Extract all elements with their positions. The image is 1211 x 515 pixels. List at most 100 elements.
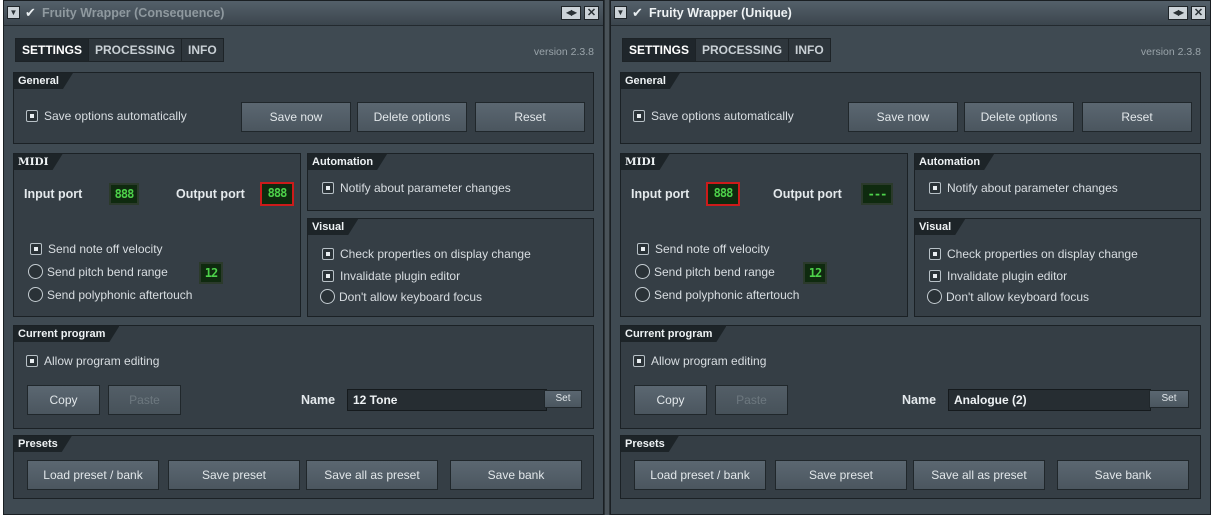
panel-header: Visual xyxy=(915,219,965,235)
paste-button[interactable]: Paste xyxy=(108,385,181,415)
radio-icon xyxy=(927,289,942,304)
pitch-bend-display[interactable]: 12 xyxy=(199,262,223,284)
save-now-button[interactable]: Save now xyxy=(241,102,351,132)
window-menu-icon[interactable]: ▼ xyxy=(614,6,627,19)
automation-panel: Automation Notify about parameter change… xyxy=(307,153,594,211)
panel-header: Automation xyxy=(915,154,994,170)
close-icon[interactable]: ✕ xyxy=(1191,6,1206,20)
arrows-icon[interactable]: ◀▶ xyxy=(1168,6,1188,20)
output-port-display[interactable]: --- xyxy=(861,183,893,205)
panel-header: MIDI xyxy=(14,154,63,170)
radio-icon xyxy=(28,287,43,302)
poly-aftertouch-radio[interactable]: Send polyphonic aftertouch xyxy=(28,287,192,302)
reset-button[interactable]: Reset xyxy=(1082,102,1192,132)
titlebar[interactable]: ▼ ✔ Fruity Wrapper (Unique) ◀▶ ✕ xyxy=(611,1,1210,26)
checkbox-label: Send note off velocity xyxy=(655,242,770,256)
panel-header: Automation xyxy=(308,154,387,170)
note-off-velocity-checkbox[interactable]: Send note off velocity xyxy=(637,242,770,256)
pitch-bend-range-radio[interactable]: Send pitch bend range xyxy=(635,264,775,279)
checkbox-icon xyxy=(26,355,38,367)
delete-options-button[interactable]: Delete options xyxy=(964,102,1074,132)
note-off-velocity-checkbox[interactable]: Send note off velocity xyxy=(30,242,163,256)
invalidate-editor-checkbox[interactable]: Invalidate plugin editor xyxy=(322,269,460,283)
plugin-window-unique: ▼ ✔ Fruity Wrapper (Unique) ◀▶ ✕ SETTING… xyxy=(610,0,1211,515)
keyboard-focus-radio[interactable]: Don't allow keyboard focus xyxy=(927,289,1089,304)
tab-processing[interactable]: PROCESSING xyxy=(89,39,183,61)
panel-header: Visual xyxy=(308,219,358,235)
tab-processing[interactable]: PROCESSING xyxy=(696,39,790,61)
save-preset-button[interactable]: Save preset xyxy=(168,460,300,490)
checkbox-icon xyxy=(633,110,645,122)
invalidate-editor-checkbox[interactable]: Invalidate plugin editor xyxy=(929,269,1067,283)
output-port-display[interactable]: 888 xyxy=(260,182,294,206)
pitch-bend-range-radio[interactable]: Send pitch bend range xyxy=(28,264,168,279)
checkbox-icon xyxy=(322,270,334,282)
radio-label: Send polyphonic aftertouch xyxy=(654,287,800,302)
tab-info[interactable]: INFO xyxy=(182,39,223,61)
reset-button[interactable]: Reset xyxy=(475,102,585,132)
program-name-field[interactable]: 12 Tone xyxy=(347,389,547,411)
plugin-icon: ✔ xyxy=(632,5,643,20)
tab-settings[interactable]: SETTINGS xyxy=(623,39,697,61)
midi-panel: MIDI Input port 888 Output port --- Send… xyxy=(620,153,908,317)
checkbox-icon xyxy=(322,248,334,260)
set-name-button[interactable]: Set xyxy=(544,390,582,408)
window-title: Fruity Wrapper (Unique) xyxy=(649,6,792,20)
pitch-bend-display[interactable]: 12 xyxy=(803,262,827,284)
check-properties-checkbox[interactable]: Check properties on display change xyxy=(929,247,1138,261)
checkbox-label: Invalidate plugin editor xyxy=(340,269,461,283)
tab-info[interactable]: INFO xyxy=(789,39,830,61)
copy-button[interactable]: Copy xyxy=(634,385,707,415)
poly-aftertouch-radio[interactable]: Send polyphonic aftertouch xyxy=(635,287,799,302)
panel-header: Presets xyxy=(14,436,72,452)
checkbox-label: Check properties on display change xyxy=(340,247,531,261)
notify-parameter-checkbox[interactable]: Notify about parameter changes xyxy=(929,181,1118,195)
tab-bar: SETTINGS PROCESSING INFO xyxy=(15,38,224,62)
program-name-field[interactable]: Analogue (2) xyxy=(948,389,1151,411)
paste-button[interactable]: Paste xyxy=(715,385,788,415)
close-icon[interactable]: ✕ xyxy=(584,6,599,20)
save-options-auto-checkbox[interactable]: Save options automatically xyxy=(26,109,187,123)
window-menu-icon[interactable]: ▼ xyxy=(7,6,20,19)
checkbox-icon xyxy=(30,243,42,255)
input-port-display[interactable]: 888 xyxy=(109,183,139,205)
titlebar[interactable]: ▼ ✔ Fruity Wrapper (Consequence) ◀▶ ✕ xyxy=(4,1,603,26)
save-bank-button[interactable]: Save bank xyxy=(450,460,582,490)
output-port-label: Output port xyxy=(773,187,842,201)
input-port-label: Input port xyxy=(24,187,83,201)
output-port-label: Output port xyxy=(176,187,245,201)
set-name-button[interactable]: Set xyxy=(1149,390,1189,408)
radio-label: Send pitch bend range xyxy=(47,264,168,279)
allow-program-editing-checkbox[interactable]: Allow program editing xyxy=(633,354,766,368)
check-properties-checkbox[interactable]: Check properties on display change xyxy=(322,247,531,261)
radio-icon xyxy=(320,289,335,304)
tab-settings[interactable]: SETTINGS xyxy=(16,39,90,61)
load-preset-bank-button[interactable]: Load preset / bank xyxy=(27,460,159,490)
save-now-button[interactable]: Save now xyxy=(848,102,958,132)
save-preset-button[interactable]: Save preset xyxy=(775,460,907,490)
plugin-window-consequence: ▼ ✔ Fruity Wrapper (Consequence) ◀▶ ✕ SE… xyxy=(3,0,604,515)
load-preset-bank-button[interactable]: Load preset / bank xyxy=(634,460,766,490)
current-program-panel: Current program Allow program editing Co… xyxy=(13,325,594,429)
current-program-panel: Current program Allow program editing Co… xyxy=(620,325,1201,429)
window-title: Fruity Wrapper (Consequence) xyxy=(42,6,225,20)
allow-program-editing-checkbox[interactable]: Allow program editing xyxy=(26,354,159,368)
checkbox-icon xyxy=(322,182,334,194)
notify-parameter-checkbox[interactable]: Notify about parameter changes xyxy=(322,181,511,195)
checkbox-icon xyxy=(929,182,941,194)
arrows-icon[interactable]: ◀▶ xyxy=(561,6,581,20)
name-label: Name xyxy=(301,393,336,407)
delete-options-button[interactable]: Delete options xyxy=(357,102,467,132)
midi-panel: MIDI Input port 888 Output port 888 Send… xyxy=(13,153,301,317)
save-bank-button[interactable]: Save bank xyxy=(1057,460,1189,490)
save-all-as-preset-button[interactable]: Save all as preset xyxy=(306,460,438,490)
checkbox-icon xyxy=(929,248,941,260)
general-panel: General Save options automatically Save … xyxy=(620,72,1201,144)
save-options-auto-checkbox[interactable]: Save options automatically xyxy=(633,109,794,123)
save-all-as-preset-button[interactable]: Save all as preset xyxy=(913,460,1045,490)
keyboard-focus-radio[interactable]: Don't allow keyboard focus xyxy=(320,289,482,304)
input-port-display[interactable]: 888 xyxy=(706,182,740,206)
checkbox-label: Check properties on display change xyxy=(947,247,1138,261)
copy-button[interactable]: Copy xyxy=(27,385,100,415)
presets-panel: Presets Load preset / bank Save preset S… xyxy=(620,435,1201,499)
